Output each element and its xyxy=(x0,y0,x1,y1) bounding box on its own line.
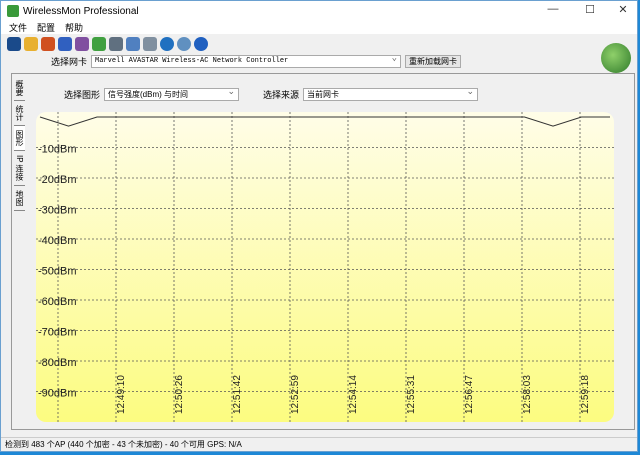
graph-source-select[interactable]: 当前网卡 xyxy=(303,88,479,101)
save-icon[interactable] xyxy=(7,37,21,51)
x-tick-label: 12:54:14 xyxy=(348,375,359,414)
tab-ip-connections[interactable]: IP 连接 xyxy=(14,151,25,186)
tab-map[interactable]: 地图 xyxy=(14,186,25,211)
y-tick-label: -20dBm xyxy=(38,174,77,186)
network2-icon[interactable] xyxy=(75,37,89,51)
y-tick-label: -30dBm xyxy=(38,205,77,217)
y-tick-label: -50dBm xyxy=(38,266,77,278)
x-tick-label: 12:55:31 xyxy=(406,375,417,414)
y-tick-label: -70dBm xyxy=(38,327,77,339)
signal-chart: -10dBm -20dBm -30dBm -40dBm -50dBm -60dBm -70d… xyxy=(36,112,614,422)
x-tick-label: 12:59:18 xyxy=(580,375,591,414)
reload-adapter-button[interactable]: 重新加载网卡 xyxy=(405,55,462,68)
adapter-row: 选择网卡 Marvell AVASTAR Wireless-AC Network… xyxy=(51,55,462,68)
vertical-tabs: 概要 统计 图形 IP 连接 地图 xyxy=(14,76,28,211)
graph-source-label: 选择来源 xyxy=(263,90,300,100)
print-icon[interactable] xyxy=(109,37,123,51)
open-icon[interactable] xyxy=(24,37,38,51)
y-tick-label: -90dBm xyxy=(38,388,77,400)
adapter-select[interactable]: Marvell AVASTAR Wireless-AC Network Cont… xyxy=(91,55,402,68)
x-tick-label: 12:52:59 xyxy=(290,375,301,414)
refresh-icon[interactable] xyxy=(160,37,174,51)
y-tick-label: -10dBm xyxy=(38,144,77,156)
export-icon[interactable] xyxy=(92,37,106,51)
printer-icon[interactable] xyxy=(126,37,140,51)
x-tick-label: 12:49:10 xyxy=(116,375,127,414)
graph-type-select[interactable]: 信号强度(dBm) 与时间 xyxy=(104,88,240,101)
x-tick-label: 12:58:03 xyxy=(522,375,533,414)
window-title: WirelessMon Professional xyxy=(23,5,139,17)
app-icon xyxy=(7,5,19,17)
tab-statistics[interactable]: 统计 xyxy=(14,101,25,126)
info-icon[interactable] xyxy=(177,37,191,51)
help-icon[interactable] xyxy=(194,37,208,51)
status-bar: 检测到 483 个AP (440 个加密 - 43 个未加密) - 40 个可用… xyxy=(1,437,637,451)
x-tick-label: 12:50:26 xyxy=(174,375,185,414)
main-panel: 概要 统计 图形 IP 连接 地图 选择图形 信号强度(dBm) 与时间 选择来… xyxy=(11,73,635,430)
graph-options-row: 选择图形 信号强度(dBm) 与时间 选择来源 当前网卡 xyxy=(64,88,479,101)
y-tick-label: -80dBm xyxy=(38,357,77,369)
maximize-button[interactable]: ☐ xyxy=(576,3,604,19)
globe-logo-icon xyxy=(601,43,631,73)
adapter-label: 选择网卡 xyxy=(51,57,88,67)
toolbar xyxy=(7,37,208,51)
tab-graph[interactable]: 图形 xyxy=(14,126,25,151)
minimize-button[interactable]: — xyxy=(539,3,567,19)
y-tick-label: -60dBm xyxy=(38,296,77,308)
menu-bar: 文件 配置 帮助 xyxy=(1,21,637,34)
x-tick-label: 12:51:42 xyxy=(232,375,243,414)
title-bar: WirelessMon Professional — ☐ ✕ xyxy=(1,1,637,21)
menu-help[interactable]: 帮助 xyxy=(65,21,83,34)
menu-file[interactable]: 文件 xyxy=(9,21,27,34)
graph-type-label: 选择图形 xyxy=(64,90,101,100)
menu-config[interactable]: 配置 xyxy=(37,21,55,34)
record-icon[interactable] xyxy=(41,37,55,51)
close-button[interactable]: ✕ xyxy=(609,3,637,19)
main-window: WirelessMon Professional — ☐ ✕ 文件 配置 帮助 … xyxy=(0,0,638,452)
clipboard-icon[interactable] xyxy=(143,37,157,51)
x-tick-label: 12:56:47 xyxy=(464,375,475,414)
network-icon[interactable] xyxy=(58,37,72,51)
tab-summary[interactable]: 概要 xyxy=(14,76,25,101)
y-tick-label: -40dBm xyxy=(38,235,77,247)
